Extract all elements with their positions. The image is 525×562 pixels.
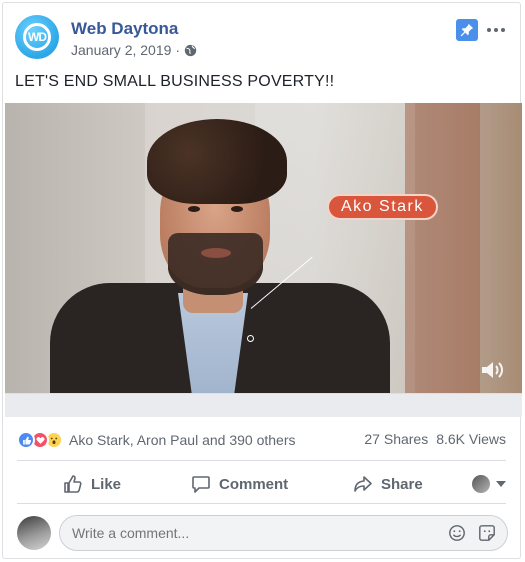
more-icon[interactable] [484,19,508,41]
comment-label: Comment [219,475,289,493]
reaction-names[interactable]: Ako Stark, Aron Paul and 390 others [69,432,295,448]
page-name-link[interactable]: Web Daytona [71,19,178,39]
reactions-summary[interactable]: Ako Stark, Aron Paul and 390 others [17,429,295,451]
comment-input[interactable] [59,515,508,551]
pin-icon [460,23,474,37]
sticker-icon[interactable] [478,524,496,542]
share-arrow-icon [354,476,372,492]
video-player[interactable]: Ako Stark [5,103,522,393]
share-button[interactable]: Share [353,474,423,494]
page-logo: WD [23,23,51,51]
share-label: Share [381,475,423,493]
shares-count[interactable]: 27 Shares [364,431,428,447]
avatar [472,475,490,493]
post-text: LET'S END SMALL BUSINESS POVERTY!! [15,73,335,90]
page-avatar[interactable]: WD [15,15,59,59]
video-subject-hair [147,119,287,204]
like-label: Like [91,475,122,493]
thumbs-up-icon [64,475,82,493]
post-date[interactable]: January 2, 2019 [71,42,171,58]
like-reaction-icon [17,431,35,449]
avatar[interactable] [17,516,51,550]
views-count[interactable]: 8.6K Views [436,431,506,447]
post-stats: 27 Shares 8.6K Views [364,431,506,447]
video-progress-bar[interactable] [5,393,522,417]
divider [17,460,506,461]
smiley-icon[interactable] [448,524,466,542]
meta-separator: · [175,42,181,58]
sound-icon[interactable] [480,359,506,381]
comment-composer [15,515,508,551]
video-name-tag: Ako Stark [327,194,438,220]
post-card: WD Web Daytona January 2, 2019 · LET'S E… [2,2,522,559]
globe-icon [184,44,197,56]
chevron-down-icon [496,481,506,487]
post-as-selector[interactable] [472,475,506,493]
speech-bubble-icon [192,476,210,493]
comment-button[interactable]: Comment [191,474,288,494]
action-bar: Like Comment Share [17,467,506,501]
divider [17,503,506,504]
post-meta: January 2, 2019 · [71,42,197,58]
post-header: WD Web Daytona January 2, 2019 · [15,15,508,61]
like-button[interactable]: Like [63,474,121,494]
pin-button[interactable] [456,19,478,41]
